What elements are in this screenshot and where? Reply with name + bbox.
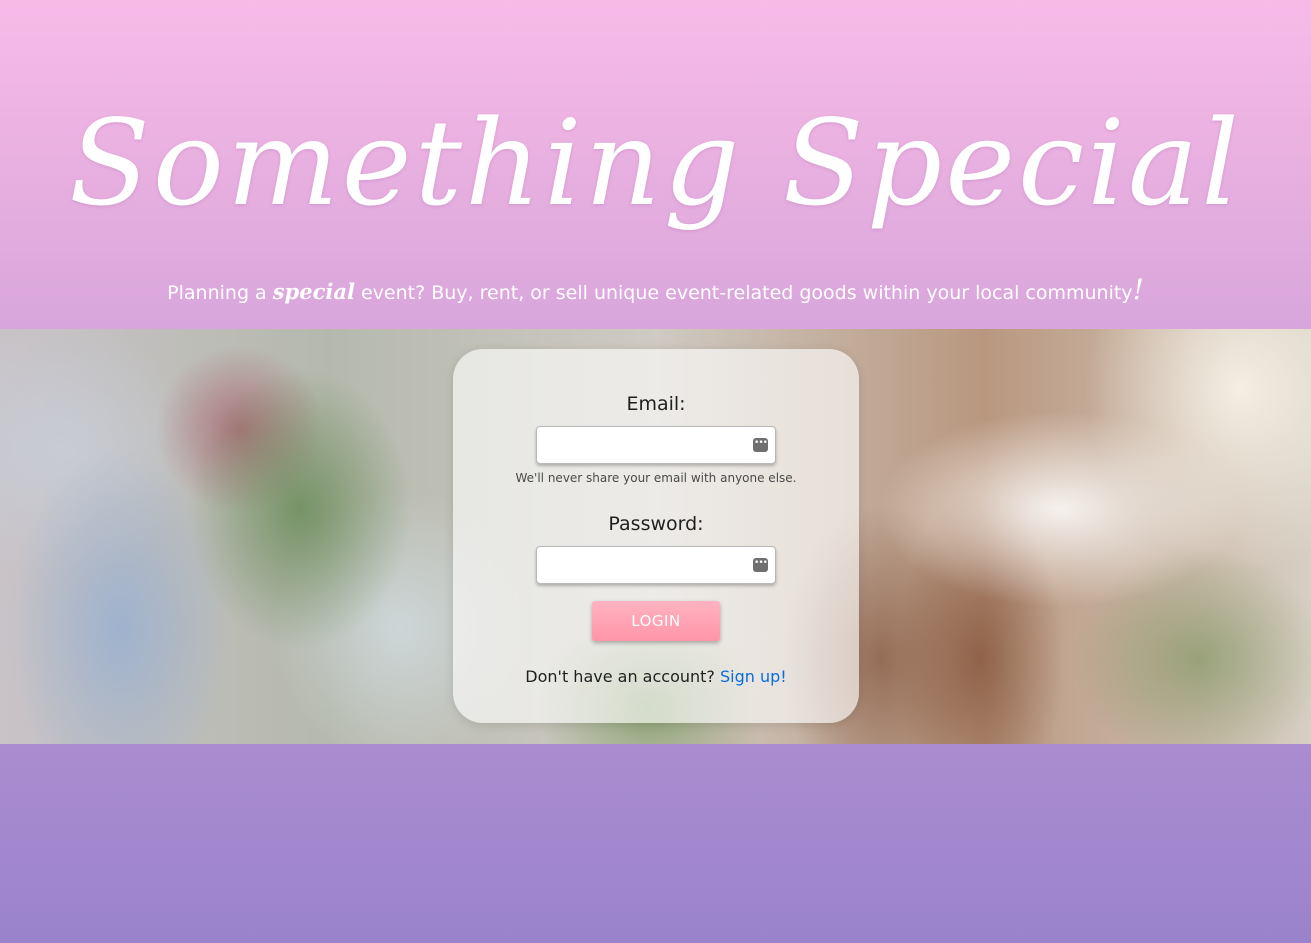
email-field-wrapper: ••• (536, 426, 776, 464)
brand-title: Something Special (69, 94, 1242, 232)
signup-link[interactable]: Sign up! (720, 667, 787, 686)
tagline-accent-word: special (272, 279, 355, 304)
tagline-exclamation: ! (1132, 273, 1144, 306)
tagline: Planning a special event? Buy, rent, or … (0, 273, 1311, 310)
password-label: Password: (608, 513, 704, 535)
key-autofill-icon[interactable]: ••• (753, 558, 768, 572)
password-field-wrapper: ••• (536, 546, 776, 584)
key-autofill-icon[interactable]: ••• (753, 438, 768, 452)
email-field[interactable] (537, 427, 757, 463)
login-card: Email: ••• We'll never share your email … (453, 349, 859, 723)
email-helper-text: We'll never share your email with anyone… (515, 471, 797, 485)
login-button[interactable]: LOGIN (592, 601, 720, 641)
tagline-suffix: event? Buy, rent, or sell unique event-r… (354, 282, 1133, 304)
signup-prompt: Don't have an account? (525, 667, 720, 686)
email-label: Email: (626, 393, 686, 415)
tagline-prefix: Planning a (167, 282, 273, 304)
signup-prompt-line: Don't have an account? Sign up! (453, 665, 859, 689)
password-field[interactable] (537, 547, 757, 583)
hero-header: Something Special Planning a special eve… (0, 0, 1311, 329)
